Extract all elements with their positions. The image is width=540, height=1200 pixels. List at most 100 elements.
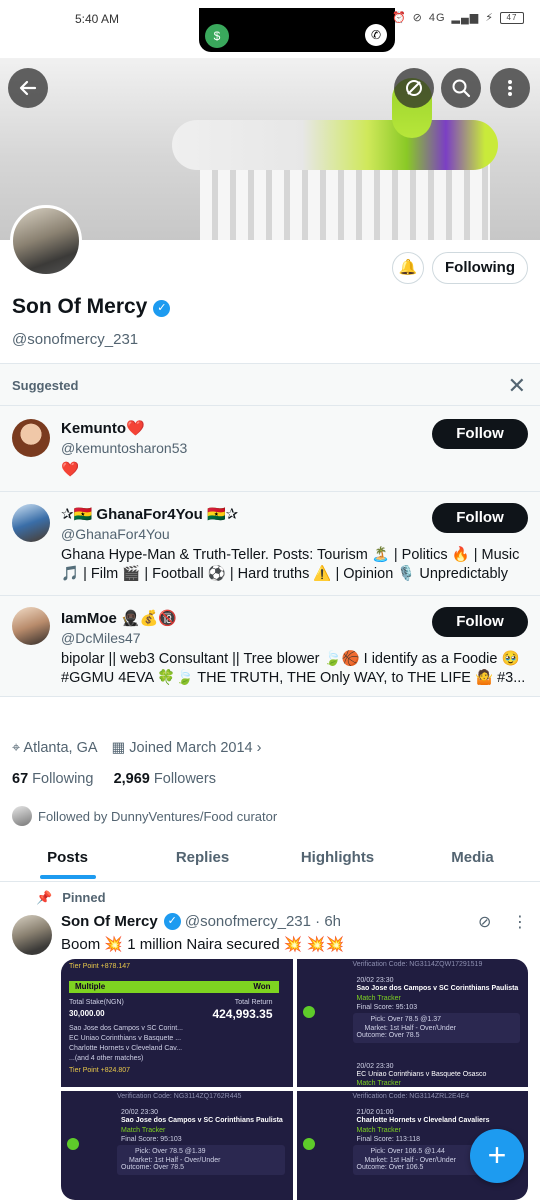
tab-replies[interactable]: Replies — [135, 838, 270, 881]
tier-point-top: Tier Point +878.147 — [69, 963, 131, 970]
tab-media[interactable]: Media — [405, 838, 540, 881]
tier-point-bottom: Tier Point +824.807 — [69, 1067, 131, 1074]
market-line: Market: 1st Half - Over/Under — [129, 1157, 221, 1164]
media-tile[interactable]: Tier Point +878.147 Multiple Won Total St… — [61, 959, 293, 1087]
verified-badge-icon: ✓ — [153, 300, 171, 317]
follow-button[interactable]: Follow — [432, 419, 528, 449]
post-avatar[interactable] — [12, 915, 52, 955]
profile-avatar[interactable] — [10, 205, 82, 277]
suggested-item[interactable]: IamMoe 🥷🏿💰🔞 @DcMiles47 bipolar || web3 C… — [0, 595, 540, 698]
check-icon — [302, 1138, 315, 1150]
close-icon[interactable]: ✕ — [508, 373, 526, 399]
following-stat-label: Following — [32, 771, 94, 787]
avatar[interactable] — [12, 504, 50, 542]
check-icon — [67, 1138, 79, 1150]
profile-tabs: Posts Replies Highlights Media — [0, 838, 540, 882]
outcome-line: Outcome: Over 78.5 — [356, 1032, 420, 1039]
match-title: Sao Jose dos Campos v SC Corinthians Pau… — [356, 985, 519, 992]
post-header: Son Of Mercy ✓ @sonofmercy_231 · 6h — [61, 913, 341, 930]
final-score: Final Score: 113:118 — [356, 1136, 421, 1143]
plus-icon: + — [487, 1137, 507, 1173]
match-tracker: Match Tracker — [356, 995, 401, 1002]
match-title: Sao Jose dos Campos v SC Corinthians Pau… — [121, 1117, 283, 1124]
pin-icon: 📌 — [36, 890, 53, 905]
notifications-button[interactable]: 🔔 — [392, 252, 424, 284]
stake-value: 30,000.00 — [69, 1009, 105, 1018]
more-matches: ...(and 4 other matches) — [69, 1055, 144, 1062]
avatar — [12, 806, 32, 826]
media-tile[interactable]: Verification Code: NG3114ZQ1762R445 20/0… — [61, 1091, 293, 1200]
post-author[interactable]: Son Of Mercy — [61, 913, 158, 930]
followers-stat[interactable]: 2,969 Followers — [114, 771, 216, 787]
status-bar: 5:40 AM $ ✆ ⏰ ⊘ 4G ▂▄▆ ⚡ 47 — [0, 0, 540, 58]
suggested-item[interactable]: ✰🇬🇭 GhanaFor4You 🇬🇭✰ @GhanaFor4You Ghana… — [0, 491, 540, 595]
match-tracker: Match Tracker — [356, 1127, 401, 1134]
calendar-icon: ▦ — [111, 740, 126, 756]
return-value: 424,993.35 — [212, 1007, 273, 1021]
suggested-name[interactable]: Kemunto❤️ — [61, 419, 145, 437]
match-tracker: Match Tracker — [356, 1080, 401, 1087]
suggested-bio: Ghana Hype-Man & Truth-Teller. Posts: To… — [61, 547, 520, 582]
chevron-right-icon: › — [256, 740, 262, 756]
suggested-name[interactable]: ✰🇬🇭 GhanaFor4You 🇬🇭✰ — [61, 505, 238, 523]
suggested-item[interactable]: Kemunto❤️ @kemuntosharon53 ❤️ Follow — [0, 405, 540, 491]
network-label: 4G — [428, 11, 446, 24]
grok-icon[interactable]: ⊘ — [478, 912, 491, 932]
final-score: Final Score: 95:103 — [356, 1004, 418, 1011]
pinned-label: 📌 Pinned — [36, 890, 106, 906]
won-badge: Won — [253, 982, 271, 991]
suggested-name[interactable]: IamMoe 🥷🏿💰🔞 — [61, 609, 177, 627]
follow-button[interactable]: Follow — [432, 607, 528, 637]
tab-highlights[interactable]: Highlights — [270, 838, 405, 881]
back-button[interactable] — [8, 68, 48, 108]
match-tracker: Match Tracker — [121, 1127, 166, 1134]
joined-text: Joined March 2014 — [129, 740, 253, 756]
match-line: Charlotte Hornets v Cleveland Cav... — [69, 1045, 183, 1052]
compose-button[interactable]: + — [470, 1129, 524, 1183]
match-date: 20/02 23:30 — [121, 1109, 158, 1116]
match-date: 20/02 23:30 — [356, 1063, 394, 1070]
match-title: Charlotte Hornets v Cleveland Cavaliers — [356, 1117, 490, 1124]
whatsapp-icon: ✆ — [365, 24, 387, 46]
following-button[interactable]: Following — [432, 252, 528, 284]
suggested-handle: @DcMiles47 — [61, 630, 141, 646]
verified-badge-icon: ✓ — [163, 913, 181, 930]
location-item: ⌖ Atlanta, GA — [12, 740, 98, 756]
avatar[interactable] — [12, 419, 50, 457]
post-media-grid[interactable]: Tier Point +878.147 Multiple Won Total St… — [61, 959, 528, 1200]
dnd-icon: ⊘ — [412, 12, 423, 24]
tab-posts[interactable]: Posts — [0, 838, 135, 881]
match-line: Sao Jose dos Campos v SC Corint... — [69, 1025, 183, 1032]
stake-label: Total Stake(NGN) — [69, 999, 124, 1006]
money-app-icon: $ — [205, 24, 229, 48]
verification-code: Verification Code: NG3114ZRL2E4E4 — [352, 1093, 470, 1100]
profile-meta: ⌖ Atlanta, GA ▦ Joined March 2014 › — [12, 740, 262, 756]
market-line: Market: 1st Half - Over/Under — [364, 1157, 456, 1164]
follow-button[interactable]: Follow — [432, 503, 528, 533]
alarm-icon: ⏰ — [391, 12, 407, 24]
outcome-line: Outcome: Over 106.5 — [356, 1164, 424, 1171]
avatar[interactable] — [12, 607, 50, 645]
profile-name-text: Son Of Mercy — [12, 295, 148, 318]
suggested-bio: ❤️ — [61, 462, 80, 478]
search-button[interactable] — [441, 68, 481, 108]
match-line: EC Uniao Corinthians v Basquete ... — [69, 1035, 182, 1042]
pick-line: Pick: Over 78.5 @1.39 — [135, 1148, 206, 1155]
verification-code: Verification Code: NG3114ZQ1762R445 — [117, 1093, 242, 1100]
followed-by[interactable]: Followed by DunnyVentures/Food curator — [12, 806, 277, 826]
suggested-handle: @GhanaFor4You — [61, 526, 170, 542]
grok-button[interactable] — [394, 68, 434, 108]
joined-item[interactable]: ▦ Joined March 2014 › — [112, 740, 262, 756]
more-button[interactable] — [490, 68, 530, 108]
following-stat[interactable]: 67 Following — [12, 771, 93, 787]
more-vertical-icon[interactable]: ⋮ — [512, 912, 528, 932]
match-title: EC Uniao Corinthians v Basquete Osasco — [356, 1071, 487, 1078]
post-handle: @sonofmercy_231 — [184, 913, 311, 930]
search-icon — [452, 79, 471, 98]
pinned-text: Pinned — [62, 890, 106, 905]
followed-by-text: Followed by DunnyVentures/Food curator — [38, 808, 278, 824]
outcome-line: Outcome: Over 78.5 — [121, 1164, 185, 1171]
post-text: Boom 💥 1 million Naira secured 💥 💥💥 — [61, 936, 345, 953]
bet-type-bar: Multiple Won — [69, 981, 279, 993]
media-tile[interactable]: Verification Code: NG3114ZQW17291519 20/… — [296, 959, 528, 1087]
